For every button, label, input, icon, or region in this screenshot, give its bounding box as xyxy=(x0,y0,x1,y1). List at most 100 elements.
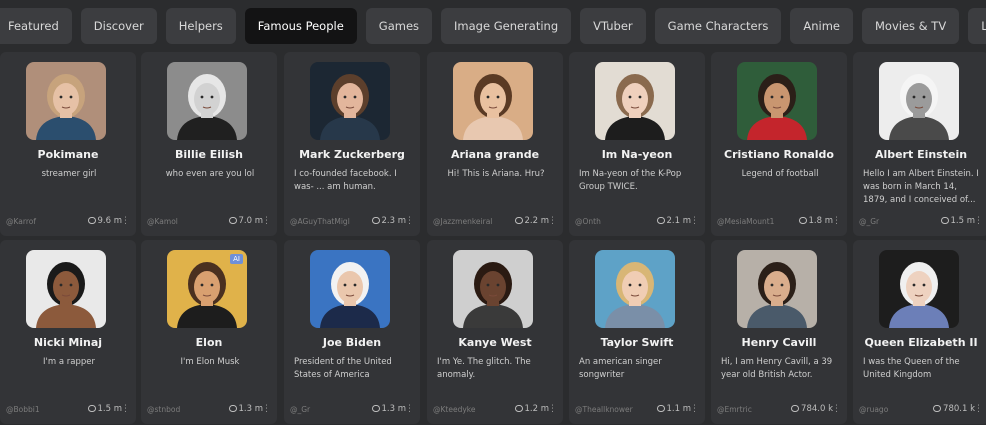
character-description: Hello I am Albert Einstein. I was born i… xyxy=(863,169,979,205)
creator-handle[interactable]: @Jazzmenkeiral xyxy=(433,217,492,226)
character-avatar[interactable] xyxy=(595,62,675,140)
card-footer: @ruago 780.1 k ⋮ xyxy=(859,404,983,416)
creator-handle[interactable]: @Karrof xyxy=(6,217,36,226)
tab-language-learning[interactable]: Language Learning xyxy=(968,8,986,44)
card-footer: @_Gr 1.3 m ⋮ xyxy=(290,404,414,416)
character-avatar[interactable] xyxy=(167,62,247,140)
more-options-icon[interactable]: ⋮ xyxy=(690,404,699,414)
chat-count: 1.2 m xyxy=(514,404,550,414)
card-footer: @Jazzmenkeiral 2.2 m ⋮ xyxy=(433,216,557,228)
card-footer: @Theallknower 1.1 m ⋮ xyxy=(575,404,699,416)
creator-handle[interactable]: @Theallknower xyxy=(575,405,633,414)
character-card[interactable]: Kanye West I'm Ye. The glitch. The anomal… xyxy=(427,240,563,424)
character-name: Cristiano Ronaldo xyxy=(724,148,834,161)
more-options-icon[interactable]: ⋮ xyxy=(405,404,414,414)
character-avatar[interactable] xyxy=(453,250,533,328)
character-name: Ariana grande xyxy=(450,148,540,161)
character-description: streamer girl xyxy=(41,169,97,179)
tab-anime[interactable]: Anime xyxy=(790,8,853,44)
card-footer: @Karrof 9.6 m ⋮ xyxy=(6,216,130,228)
chat-count-value: 7.0 m xyxy=(238,216,264,226)
tab-discover[interactable]: Discover xyxy=(80,8,157,44)
character-avatar[interactable] xyxy=(310,62,390,140)
tab-helpers[interactable]: Helpers xyxy=(165,8,236,44)
more-options-icon[interactable]: ⋮ xyxy=(548,404,557,414)
card-footer: @Emrtric 784.0 k ⋮ xyxy=(717,404,841,416)
more-options-icon[interactable]: ⋮ xyxy=(548,216,557,226)
tab-movies-tv[interactable]: Movies & TV xyxy=(861,8,960,44)
more-options-icon[interactable]: ⋮ xyxy=(262,404,271,414)
chat-bubble-icon xyxy=(798,217,807,224)
character-name: Albert Einstein xyxy=(874,148,968,161)
more-options-icon[interactable]: ⋮ xyxy=(405,216,414,226)
character-card[interactable]: Nicki Minaj I'm a rapper @Bobbi1 1.5 m ⋮ xyxy=(0,240,136,424)
character-avatar[interactable] xyxy=(26,62,106,140)
chat-count-value: 1.2 m xyxy=(524,404,550,414)
creator-handle[interactable]: @ruago xyxy=(859,405,888,414)
character-card[interactable]: Albert Einstein Hello I am Albert Einstei… xyxy=(853,52,986,236)
character-avatar[interactable] xyxy=(595,250,675,328)
character-card[interactable]: Cristiano Ronaldo Legend of football @Mesi… xyxy=(711,52,847,236)
character-card[interactable]: AI Elon I'm Elon Musk @stnbod 1.3 m ⋮ xyxy=(141,240,277,424)
more-options-icon[interactable]: ⋮ xyxy=(832,404,841,414)
creator-handle[interactable]: @MesiaMount1 xyxy=(717,217,774,226)
character-description: I was the Queen of the United Kingdom xyxy=(863,357,960,380)
chat-count: 1.3 m xyxy=(228,404,263,414)
more-options-icon[interactable]: ⋮ xyxy=(262,216,271,226)
tab-vtuber[interactable]: VTuber xyxy=(580,8,646,44)
character-avatar[interactable]: AI xyxy=(167,250,247,328)
chat-count: 1.5 m xyxy=(940,216,975,226)
creator-handle[interactable]: @Kamol xyxy=(147,217,178,226)
character-card[interactable]: Im Na-yeon Im Na-yeon of the K-Pop Group … xyxy=(569,52,705,236)
character-card[interactable]: Billie Eilish who even are you lol @Kamol 7… xyxy=(141,52,277,236)
character-card[interactable]: Pokimane streamer girl @Karrof 9.6 m ⋮ xyxy=(0,52,136,236)
creator-handle[interactable]: @_Gr xyxy=(859,217,879,226)
character-avatar[interactable] xyxy=(879,250,959,328)
chat-count: 780.1 k xyxy=(933,404,975,414)
character-card[interactable]: Henry Cavill Hi, I am Henry Cavill, a 39 … xyxy=(711,240,847,424)
more-options-icon[interactable]: ⋮ xyxy=(974,404,983,414)
creator-handle[interactable]: @Kteedyke xyxy=(433,405,475,414)
character-avatar[interactable] xyxy=(453,62,533,140)
character-name: Taylor Swift xyxy=(600,336,674,349)
more-options-icon[interactable]: ⋮ xyxy=(690,216,699,226)
more-options-icon[interactable]: ⋮ xyxy=(974,216,983,226)
tab-famous-people[interactable]: Famous People xyxy=(244,8,357,44)
character-card[interactable]: Queen Elizabeth II I was the Queen of the… xyxy=(853,240,986,424)
character-card[interactable]: Ariana grande Hi! This is Ariana. Hru? @Ja… xyxy=(427,52,563,236)
more-options-icon[interactable]: ⋮ xyxy=(121,216,130,226)
tab-image-generating[interactable]: Image Generating xyxy=(441,8,572,44)
creator-handle[interactable]: @AGuyThatMigl xyxy=(290,217,350,226)
character-card[interactable]: Joe Biden President of the United States … xyxy=(284,240,420,424)
tab-games[interactable]: Games xyxy=(365,8,433,44)
tab-game-characters[interactable]: Game Characters xyxy=(654,8,782,44)
tab-featured[interactable]: Featured xyxy=(0,8,72,44)
character-description: An american singer songwriter xyxy=(579,357,662,380)
character-description: I'm Ye. The glitch. The anomaly. xyxy=(437,357,531,380)
card-footer: @MesiaMount1 1.8 m ⋮ xyxy=(717,216,841,228)
chat-count: 1.1 m xyxy=(656,404,691,414)
card-footer: @AGuyThatMigl 2.3 m ⋮ xyxy=(290,216,414,228)
creator-handle[interactable]: @Emrtric xyxy=(717,405,752,414)
chat-count-value: 784.0 k xyxy=(801,404,833,414)
chat-bubble-icon xyxy=(228,405,237,412)
chat-bubble-icon xyxy=(371,217,380,224)
creator-handle[interactable]: @Bobbi1 xyxy=(6,405,40,414)
character-avatar[interactable] xyxy=(879,62,959,140)
more-options-icon[interactable]: ⋮ xyxy=(832,216,841,226)
creator-handle[interactable]: @stnbod xyxy=(147,405,180,414)
chat-count: 2.1 m xyxy=(656,216,691,226)
character-card[interactable]: Taylor Swift An american singer songwrite… xyxy=(569,240,705,424)
character-avatar[interactable] xyxy=(26,250,106,328)
chat-count-value: 780.1 k xyxy=(943,404,975,414)
character-avatar[interactable] xyxy=(737,250,817,328)
character-name: Joe Biden xyxy=(322,336,382,349)
character-card[interactable]: Mark Zuckerberg I co-founded facebook. I … xyxy=(284,52,420,236)
character-description: Legend of football xyxy=(741,169,819,179)
character-avatar[interactable] xyxy=(310,250,390,328)
creator-handle[interactable]: @_Gr xyxy=(290,405,310,414)
more-options-icon[interactable]: ⋮ xyxy=(121,404,130,414)
character-avatar[interactable] xyxy=(737,62,817,140)
character-description: I co-founded facebook. I was- ... am hum… xyxy=(294,169,397,192)
creator-handle[interactable]: @Onth xyxy=(575,217,601,226)
